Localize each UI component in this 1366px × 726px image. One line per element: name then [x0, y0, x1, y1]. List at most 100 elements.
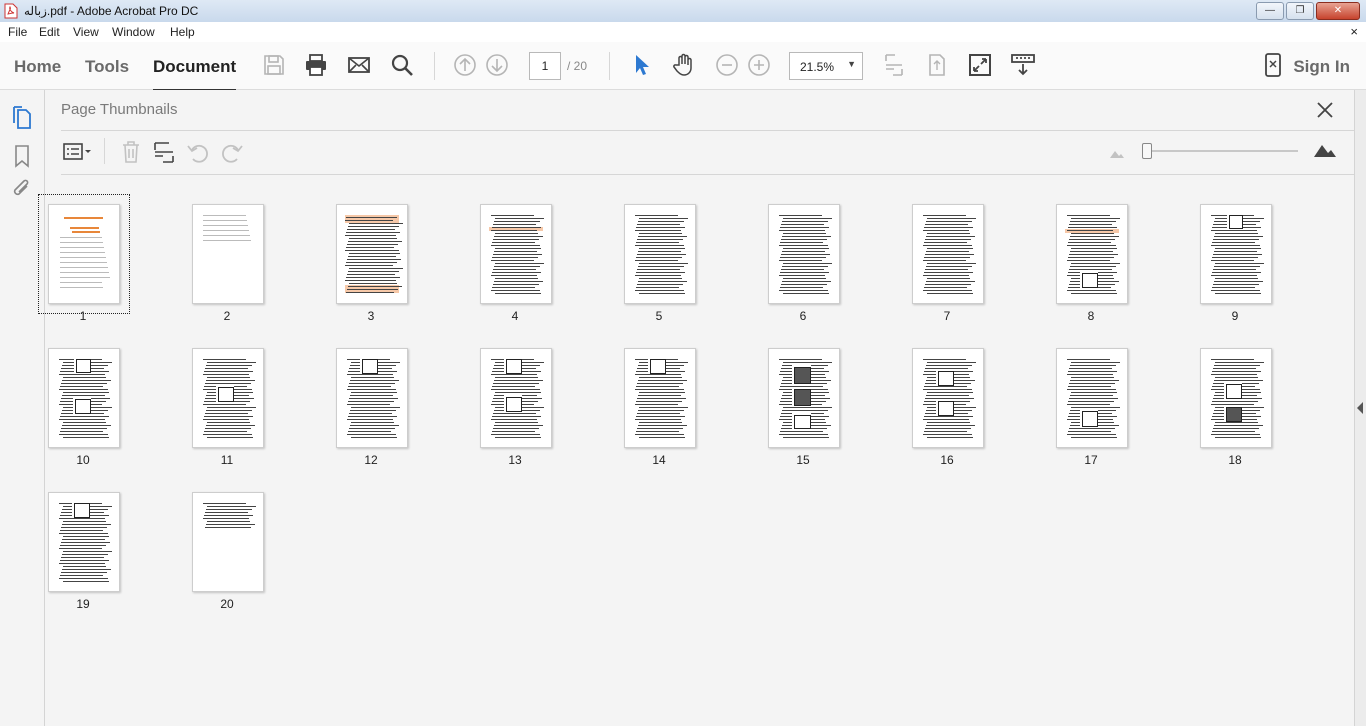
thumbnail-text-line: [205, 413, 248, 414]
page-thumbnail[interactable]: [192, 348, 264, 448]
page-thumbnail[interactable]: [192, 204, 264, 304]
menu-edit[interactable]: Edit: [39, 25, 60, 39]
page-thumbnail[interactable]: [912, 204, 984, 304]
menu-help[interactable]: Help: [170, 25, 195, 39]
page-thumbnail[interactable]: [624, 204, 696, 304]
large-thumbnail-icon[interactable]: [1313, 142, 1337, 158]
page-thumbnails-icon[interactable]: [11, 106, 33, 130]
minimize-button[interactable]: —: [1256, 2, 1284, 20]
thumbnail-text-line: [1212, 257, 1258, 258]
thumbnail-text-line: [639, 278, 682, 279]
thumbnail-size-slider[interactable]: [1148, 150, 1298, 152]
hand-icon[interactable]: [672, 53, 696, 77]
page-up-icon[interactable]: [453, 53, 477, 77]
zoom-dropdown[interactable]: 21.5% ▼: [789, 52, 863, 80]
page-thumbnail[interactable]: [336, 204, 408, 304]
thumbnail-text-line: [635, 434, 684, 435]
select-arrow-icon[interactable]: [629, 53, 653, 77]
thumbnail-text-line: [1215, 377, 1258, 378]
thumbnail-text-line: [207, 422, 250, 423]
page-thumbnail[interactable]: [912, 348, 984, 448]
menu-window[interactable]: Window: [112, 25, 155, 39]
page-thumbnail[interactable]: [1200, 348, 1272, 448]
thumbnail-text-line: [59, 548, 102, 549]
save-icon[interactable]: [262, 53, 286, 77]
thumbnail-figure: [506, 397, 522, 412]
thumbnail-page-number: 17: [1084, 453, 1098, 467]
page-thumbnail[interactable]: [1056, 204, 1128, 304]
page-thumbnail[interactable]: [336, 348, 408, 448]
page-thumbnail[interactable]: [38, 194, 130, 314]
page-thumbnail[interactable]: [768, 348, 840, 448]
close-window-button[interactable]: ✕: [1316, 2, 1360, 20]
small-thumbnail-icon[interactable]: [1109, 149, 1125, 159]
menu-view[interactable]: View: [73, 25, 99, 39]
page-thumbnail[interactable]: [624, 348, 696, 448]
page-number-input[interactable]: 1: [529, 52, 561, 80]
close-icon[interactable]: [1315, 100, 1335, 120]
thumbnail-text-line: [60, 267, 108, 268]
thumbnail-text-line: [346, 232, 400, 233]
scroll-mode-icon[interactable]: [925, 53, 949, 77]
tab-home[interactable]: Home: [14, 57, 61, 77]
options-menu-icon[interactable]: [63, 140, 95, 164]
slider-handle[interactable]: [1142, 143, 1152, 159]
sign-in-button[interactable]: Sign In: [1293, 57, 1350, 77]
thumbnail-text-line: [346, 277, 400, 278]
right-pane-toggle[interactable]: [1354, 90, 1366, 726]
thumbnail-page-number: 6: [799, 309, 807, 323]
thumbnail-text-line: [62, 380, 111, 381]
thumbnail-text-line: [781, 224, 824, 225]
page-thumbnail[interactable]: [1056, 348, 1128, 448]
bookmark-icon[interactable]: [11, 144, 33, 168]
page-thumbnail[interactable]: [480, 348, 552, 448]
thumbnail-text-line: [635, 374, 681, 375]
thumbnail-text-line: [924, 416, 973, 417]
thumbnail-text-line: [494, 281, 543, 282]
thumbnail-text-line: [637, 269, 680, 270]
tab-document[interactable]: Document: [153, 57, 237, 91]
email-icon[interactable]: [347, 53, 371, 77]
thumbnail-text-line: [62, 539, 105, 540]
toolbar-divider: [434, 52, 435, 80]
menu-bar: File Edit View Window Help ×: [0, 22, 1366, 42]
thumbnail-text-line: [495, 263, 544, 264]
page-thumbnail[interactable]: [768, 204, 840, 304]
thumbnail-text-line: [1211, 260, 1254, 261]
zoom-in-icon[interactable]: [747, 53, 771, 77]
mobile-link-icon[interactable]: [1262, 53, 1284, 77]
thumbnail-page-number: 7: [943, 309, 951, 323]
tab-tools[interactable]: Tools: [85, 57, 129, 77]
maximize-button[interactable]: ❐: [1286, 2, 1314, 20]
insert-page-icon[interactable]: [152, 140, 176, 164]
rotate-cw-icon[interactable]: [220, 140, 244, 164]
page-thumbnail[interactable]: [480, 204, 552, 304]
fit-page-icon[interactable]: [882, 53, 906, 77]
page-thumbnail[interactable]: [192, 492, 264, 592]
close-document-icon[interactable]: ×: [1350, 24, 1358, 39]
thumbnail-text-line: [923, 275, 969, 276]
thumbnail-text-line: [491, 215, 534, 216]
zoom-out-icon[interactable]: [715, 53, 739, 77]
page-thumbnail[interactable]: [48, 348, 120, 448]
page-thumbnail[interactable]: [1200, 204, 1272, 304]
delete-page-icon[interactable]: [119, 140, 143, 164]
thumbnail-text-line: [351, 392, 397, 393]
read-mode-icon[interactable]: [1011, 53, 1035, 77]
thumbnail-text-line: [491, 290, 540, 291]
page-down-icon[interactable]: [485, 53, 509, 77]
rotate-ccw-icon[interactable]: [186, 140, 210, 164]
thumbnail-text-line: [204, 416, 253, 417]
menu-file[interactable]: File: [8, 25, 27, 39]
attachment-icon[interactable]: [11, 178, 33, 202]
print-icon[interactable]: [304, 53, 328, 77]
thumbnail-text-line: [924, 242, 967, 243]
thumbnail-text-line: [495, 218, 544, 219]
thumbnail-text-line: [924, 227, 973, 228]
full-screen-icon[interactable]: [968, 53, 992, 77]
thumbnail-text-line: [205, 383, 251, 384]
search-icon[interactable]: [390, 53, 414, 77]
thumbnail-text-line: [491, 419, 537, 420]
page-thumbnail[interactable]: [48, 492, 120, 592]
thumbnail-page-number: 4: [511, 309, 519, 323]
